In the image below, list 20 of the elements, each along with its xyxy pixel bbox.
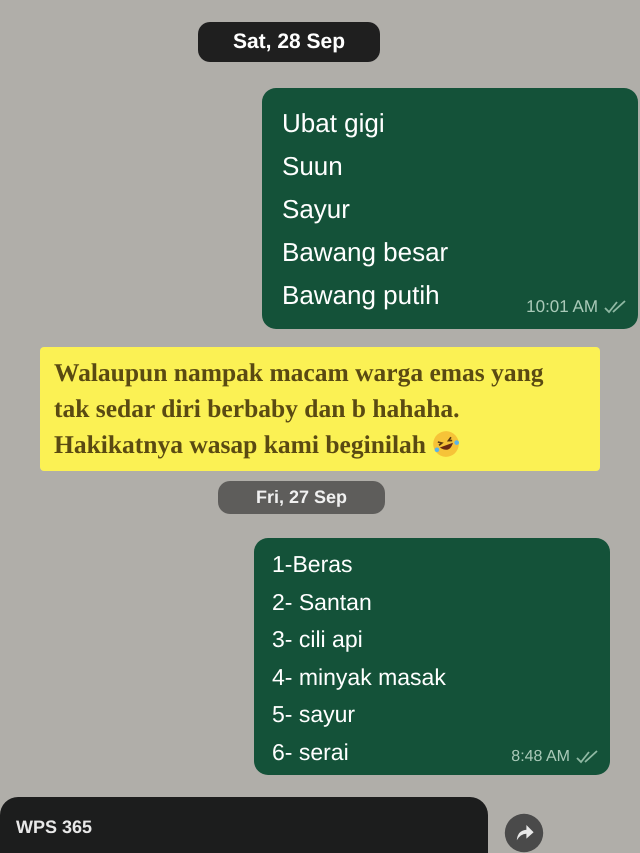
message-time: 10:01 AM (526, 297, 598, 317)
app-title: WPS 365 (16, 817, 92, 837)
message-line: Sayur (282, 193, 350, 226)
message-line: 6- serai (272, 738, 349, 766)
message-line: 5- sayur (272, 700, 356, 729)
message-line: Bawang putih (282, 279, 440, 312)
date-chip: Fri, 27 Sep (218, 481, 385, 514)
message-line: Suun (282, 150, 343, 183)
message-line: Ubat gigi (282, 107, 385, 140)
message-line: 4- minyak masak (272, 662, 446, 692)
double-check-icon (604, 300, 626, 314)
message-line: 1-Beras (272, 550, 353, 579)
laughing-emoji-icon (432, 430, 460, 458)
message-time: 8:48 AM (511, 747, 570, 767)
date-chip: Sat, 28 Sep (198, 22, 380, 62)
message-line: 3- cili api (272, 625, 363, 654)
caption-text: Walaupun nampak macam warga emas yang tak sedar diri berbaby dan b hahaha. Hakikatnya wasap kami beginilah (40, 347, 600, 471)
message-line: Bawang besar (282, 236, 448, 269)
double-check-icon (576, 750, 598, 764)
message-line: 2- Santan (272, 588, 372, 616)
